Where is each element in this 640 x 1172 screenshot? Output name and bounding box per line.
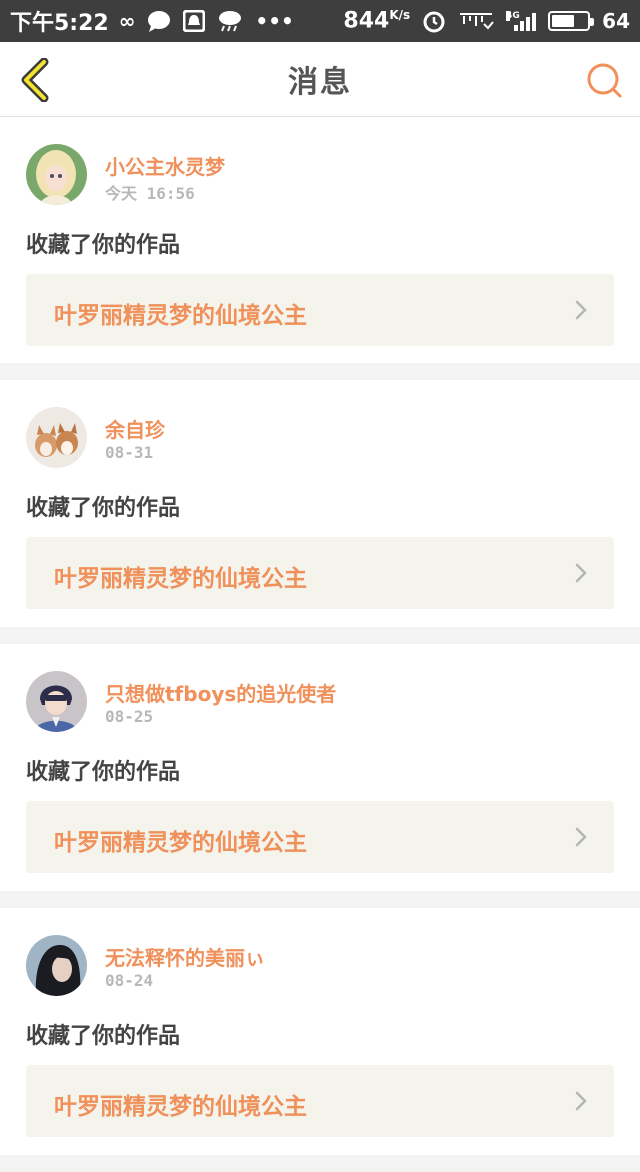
username[interactable]: 小公主水灵梦 bbox=[105, 151, 225, 180]
work-link[interactable]: 叶罗丽精灵梦的仙境公主 bbox=[26, 801, 614, 873]
user-avatar[interactable] bbox=[26, 407, 87, 468]
work-link[interactable]: 叶罗丽精灵梦的仙境公主 bbox=[26, 537, 614, 609]
weather-rain-icon bbox=[219, 11, 242, 32]
work-link[interactable]: 叶罗丽精灵梦的仙境公主 bbox=[26, 1065, 614, 1137]
puppies-avatar-icon bbox=[26, 407, 87, 468]
username[interactable]: 余自珍 bbox=[105, 414, 165, 443]
message-card: 小公主水灵梦 今天 16:56 收藏了你的作品 叶罗丽精灵梦的仙境公主 bbox=[0, 117, 640, 363]
work-title: 叶罗丽精灵梦的仙境公主 bbox=[54, 830, 307, 856]
more-icon: ••• bbox=[255, 9, 294, 33]
work-title: 叶罗丽精灵梦的仙境公主 bbox=[54, 303, 307, 329]
notification-icons: ∞ ••• bbox=[119, 9, 294, 33]
chevron-right-icon bbox=[575, 827, 587, 847]
work-title: 叶罗丽精灵梦的仙境公主 bbox=[54, 1094, 307, 1120]
work-link[interactable]: 叶罗丽精灵梦的仙境公主 bbox=[26, 274, 614, 346]
app-notification-icon bbox=[183, 10, 206, 32]
username[interactable]: 只想做tfboys的追光使者 bbox=[105, 678, 336, 707]
back-icon[interactable] bbox=[18, 58, 52, 102]
message-card: 只想做tfboys的追光使者 08-25 收藏了你的作品 叶罗丽精灵梦的仙境公主 bbox=[0, 644, 640, 891]
user-avatar[interactable] bbox=[26, 144, 87, 205]
nav-bar: 消息 bbox=[0, 42, 640, 117]
message-card: 无法释怀的美丽ぃ 08-24 收藏了你的作品 叶罗丽精灵梦的仙境公主 bbox=[0, 908, 640, 1155]
timestamp: 08-25 bbox=[105, 707, 154, 726]
timestamp: 今天 16:56 bbox=[105, 184, 195, 203]
wifi-signal-icon bbox=[460, 12, 494, 30]
action-text: 收藏了你的作品 bbox=[26, 1024, 181, 1049]
status-time: 下午5:22 bbox=[10, 11, 109, 36]
search-icon[interactable] bbox=[584, 60, 624, 100]
action-text: 收藏了你的作品 bbox=[26, 233, 181, 258]
alarm-icon bbox=[423, 11, 445, 33]
action-text: 收藏了你的作品 bbox=[26, 760, 181, 785]
infinity-icon: ∞ bbox=[118, 9, 136, 33]
user-avatar[interactable] bbox=[26, 671, 87, 732]
status-bar: 下午5:22 ∞ ••• 844K/s 4G 64 bbox=[0, 0, 640, 42]
timestamp: 08-24 bbox=[105, 971, 154, 990]
battery-percent: 64 bbox=[602, 8, 630, 33]
girl-photo-avatar-icon bbox=[26, 935, 87, 996]
timestamp: 08-31 bbox=[105, 443, 154, 462]
page-title: 消息 bbox=[288, 65, 352, 100]
doll-avatar-icon bbox=[26, 144, 87, 205]
chevron-right-icon bbox=[575, 300, 587, 320]
net-speed: 844K/s bbox=[343, 8, 411, 34]
message-list: 小公主水灵梦 今天 16:56 收藏了你的作品 叶罗丽精灵梦的仙境公主 余自珍 … bbox=[0, 117, 640, 1172]
battery-icon bbox=[548, 10, 595, 31]
anime-boy-avatar-icon bbox=[26, 671, 87, 732]
chat-bubble-icon bbox=[148, 11, 171, 32]
message-card: 余自珍 08-31 收藏了你的作品 叶罗丽精灵梦的仙境公主 bbox=[0, 380, 640, 627]
action-text: 收藏了你的作品 bbox=[26, 496, 181, 521]
username[interactable]: 无法释怀的美丽ぃ bbox=[105, 942, 265, 971]
work-title: 叶罗丽精灵梦的仙境公主 bbox=[54, 566, 307, 592]
chevron-right-icon bbox=[575, 1091, 587, 1111]
cell-signal-icon: 4G bbox=[506, 10, 537, 31]
chevron-right-icon bbox=[575, 563, 587, 583]
user-avatar[interactable] bbox=[26, 935, 87, 996]
